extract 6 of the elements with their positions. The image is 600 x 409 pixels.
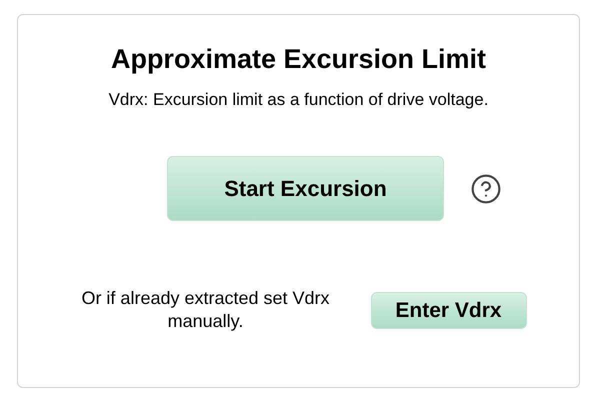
panel-title: Approximate Excursion Limit [110, 43, 486, 76]
manual-hint-text: Or if already extracted set Vdrx manually. [80, 287, 331, 334]
panel-subtitle: Vdrx: Excursion limit as a function of drive voltage. [108, 88, 488, 111]
help-icon[interactable] [470, 172, 502, 205]
start-excursion-button[interactable]: Start Excursion [167, 156, 444, 222]
enter-vdrx-button[interactable]: Enter Vdrx [370, 292, 526, 329]
